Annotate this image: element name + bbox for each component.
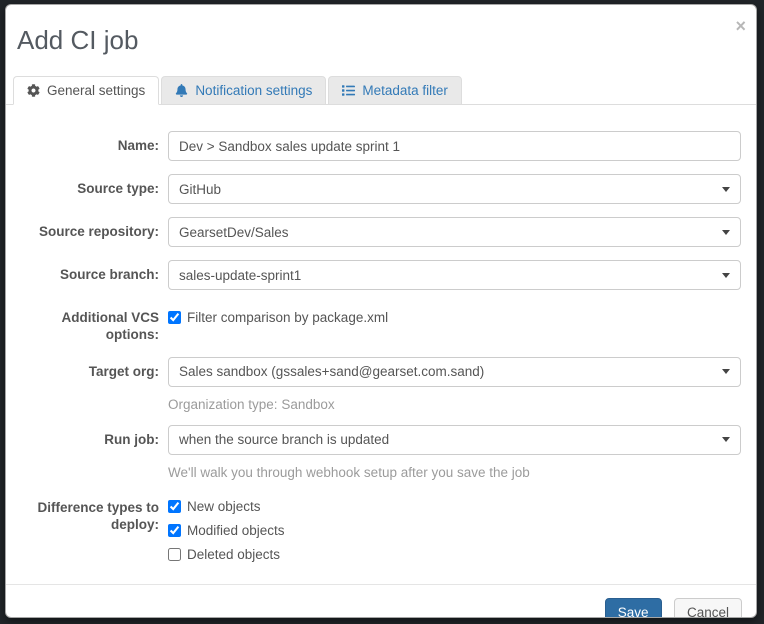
source-repository-select[interactable]: GearsetDev/Sales xyxy=(168,217,741,247)
list-icon xyxy=(342,84,356,97)
checkbox-label: Deleted objects xyxy=(187,546,281,562)
deleted-objects-option: Deleted objects xyxy=(168,547,741,562)
source-branch-select[interactable]: sales-update-sprint1 xyxy=(168,260,741,290)
target-org-row: Target org: Sales sandbox (gssales+sand@… xyxy=(6,356,748,412)
chevron-down-icon xyxy=(722,369,730,375)
source-repository-row: Source repository: GearsetDev/Sales xyxy=(6,217,748,247)
tab-label: Metadata filter xyxy=(362,83,448,98)
vcs-options-label: Additional VCS options: xyxy=(61,310,160,342)
source-type-value: GitHub xyxy=(179,181,222,197)
checkbox-label: Filter comparison by package.xml xyxy=(187,310,389,325)
tab-label: Notification settings xyxy=(195,83,313,98)
name-row: Name: xyxy=(6,131,748,161)
run-job-label: Run job: xyxy=(104,431,159,447)
source-branch-label: Source branch: xyxy=(59,267,159,282)
source-branch-row: Source branch: sales-update-sprint1 xyxy=(6,260,748,290)
tab-bar: General settings Notification settings M… xyxy=(6,76,756,105)
chevron-down-icon xyxy=(722,437,730,443)
name-input[interactable] xyxy=(168,131,741,161)
source-repository-value: GearsetDev/Sales xyxy=(179,224,289,240)
name-label: Name: xyxy=(117,138,159,153)
deleted-objects-checkbox[interactable] xyxy=(168,547,181,561)
tab-notification-settings[interactable]: Notification settings xyxy=(161,76,327,105)
add-ci-job-dialog: Add CI job × General settings Notificati… xyxy=(5,4,757,618)
source-branch-value: sales-update-sprint1 xyxy=(179,267,302,283)
source-type-select[interactable]: GitHub xyxy=(168,174,741,204)
target-org-helper: Organization type: Sandbox xyxy=(168,396,335,412)
target-org-value: Sales sandbox (gssales+sand@gearset.com.… xyxy=(179,364,485,380)
target-org-select[interactable]: Sales sandbox (gssales+sand@gearset.com.… xyxy=(168,356,741,387)
gear-icon xyxy=(27,84,40,97)
diff-types-label: Difference types to deploy: xyxy=(37,499,159,532)
checkbox-label: Modified objects xyxy=(187,522,285,538)
chevron-down-icon xyxy=(722,186,730,192)
modified-objects-option: Modified objects xyxy=(168,523,741,538)
run-job-row: Run job: when the source branch is updat… xyxy=(6,424,748,480)
cancel-button[interactable]: Cancel xyxy=(673,597,742,617)
tab-general-settings[interactable]: General settings xyxy=(13,76,160,105)
source-type-label: Source type: xyxy=(77,181,159,196)
general-settings-panel: Name: Source type: GitHub Source reposit… xyxy=(6,105,756,584)
tab-label: General settings xyxy=(47,83,146,98)
new-objects-option: New objects xyxy=(168,499,741,514)
run-job-select[interactable]: when the source branch is updated xyxy=(168,424,741,455)
chevron-down-icon xyxy=(722,272,730,278)
new-objects-checkbox[interactable] xyxy=(168,499,181,513)
diff-types-row: Difference types to deploy: New objects … xyxy=(6,493,748,571)
source-type-row: Source type: GitHub xyxy=(6,174,748,204)
chevron-down-icon xyxy=(722,229,730,235)
modified-objects-checkbox[interactable] xyxy=(168,523,181,537)
bell-icon xyxy=(175,84,188,97)
page-title: Add CI job xyxy=(17,25,139,55)
vcs-options-row: Additional VCS options: Filter compariso… xyxy=(6,303,748,344)
tab-metadata-filter[interactable]: Metadata filter xyxy=(328,76,462,105)
filter-package-xml-checkbox[interactable] xyxy=(168,311,181,324)
checkbox-label: New objects xyxy=(187,498,261,514)
dialog-footer: Save Cancel xyxy=(6,583,756,617)
target-org-label: Target org: xyxy=(88,363,159,379)
source-repository-label: Source repository: xyxy=(38,224,159,239)
run-job-helper: We'll walk you through webhook setup aft… xyxy=(168,464,530,480)
run-job-value: when the source branch is updated xyxy=(179,432,390,448)
save-button[interactable]: Save xyxy=(604,597,662,617)
filter-package-xml-option: Filter comparison by package.xml xyxy=(168,303,741,325)
dialog-header: Add CI job × xyxy=(6,5,756,76)
close-icon[interactable]: × xyxy=(735,17,746,35)
